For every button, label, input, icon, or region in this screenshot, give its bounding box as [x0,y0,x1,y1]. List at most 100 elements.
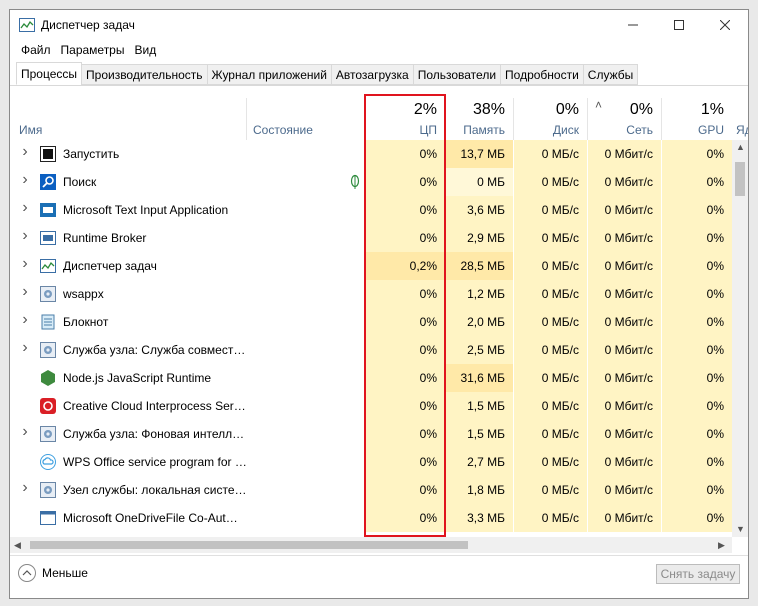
process-row[interactable]: Node.js JavaScript Runtime 0% 31,6 МБ 0 МБ/… [10,364,732,392]
expand-chevron-icon[interactable]: › [20,199,30,217]
disk-cell: 0 МБ/с [514,280,587,308]
close-icon [720,20,730,30]
disk-total: 0% [555,101,579,118]
network-cell: 0 Мбит/с [588,196,661,224]
scroll-down-icon[interactable]: ▼ [736,524,745,534]
memory-cell: 2,7 МБ [446,448,513,476]
fewer-details-button[interactable]: Меньше [18,564,88,582]
gpu-cell-value: 0% [706,371,724,385]
column-gpu-header[interactable]: 1% GPU [662,98,732,140]
memory-total: 38% [472,101,505,118]
process-row[interactable]: › Microsoft Text Input Application 0% 3,6 М… [10,196,732,224]
process-row[interactable]: › Runtime Broker 0% 2,9 МБ 0 МБ/с 0 Мбит/с 0% [10,224,732,252]
scroll-right-icon[interactable]: ▶ [718,540,725,551]
column-network-header[interactable]: 0% Сеть [588,98,661,140]
footer-divider [10,555,748,556]
tab-processes[interactable]: Процессы [16,62,83,85]
expand-chevron-icon[interactable]: › [20,339,30,357]
process-row[interactable]: › Диспетчер задач 0,2% 28,5 МБ 0 МБ/с 0 Мбит/… [10,252,732,280]
process-row[interactable]: WPS Office service program for … 0% 2,7 МБ… [10,448,732,476]
process-row[interactable]: Creative Cloud Interprocess Ser… 0% 1,5 МБ… [10,392,732,420]
tab-bar: Процессы Производительность Журнал прило… [16,62,639,86]
process-row[interactable]: Microsoft OneDriveFile Co-Aut… 0% 3,3 МБ 0 … [10,504,732,532]
process-name: Microsoft OneDriveFile Co-Aut… [63,511,238,525]
gpu-cell-value: 0% [706,427,724,441]
close-button[interactable] [702,10,748,40]
process-row[interactable]: › Поиск 0% 0 МБ 0 МБ/с 0 Мбит/с 0% [10,168,732,196]
column-gpu-engine-header[interactable]: Яд [732,98,748,140]
expand-chevron-icon[interactable]: › [20,283,30,301]
gpu-cell: 0% [662,308,732,336]
title-bar[interactable]: Диспетчер задач [10,10,748,40]
process-row[interactable]: › Служба узла: Служба совмест… 0% 2,5 МБ 0 М… [10,336,732,364]
memory-cell-value: 31,6 МБ [460,371,505,385]
expand-chevron-icon[interactable]: › [20,171,30,189]
column-cpu-header[interactable]: 2% ЦП [364,98,445,140]
expand-chevron-icon[interactable]: › [20,227,30,245]
column-name-header[interactable]: Имя [10,98,246,140]
task-manager-icon [19,18,35,32]
disk-cell-value: 0 МБ/с [541,315,579,329]
network-cell-value: 0 Мбит/с [604,231,653,245]
expand-chevron-icon[interactable]: › [20,311,30,329]
horizontal-scroll-thumb[interactable] [30,541,468,549]
cpu-cell-value: 0,2% [409,259,437,273]
cpu-cell: 0% [364,196,445,224]
tab-users[interactable]: Пользователи [412,64,502,85]
process-name: Runtime Broker [63,231,147,245]
expand-chevron-icon[interactable]: › [20,143,30,161]
disk-label: Диск [552,123,579,137]
menu-file[interactable]: Файл [16,40,56,62]
memory-cell-value: 2,0 МБ [467,315,505,329]
process-row[interactable]: › Запустить 0% 13,7 МБ 0 МБ/с 0 Мбит/с 0% [10,140,732,168]
menu-view[interactable]: Вид [129,40,161,62]
scroll-left-icon[interactable]: ◀ [14,540,21,551]
tab-app-history[interactable]: Журнал приложений [206,64,332,85]
horizontal-scrollbar[interactable]: ◀ ▶ [10,537,732,553]
tab-startup[interactable]: Автозагрузка [330,64,414,85]
gpu-cell: 0% [662,364,732,392]
gpu-cell: 0% [662,392,732,420]
menu-options[interactable]: Параметры [56,40,130,62]
cpu-cell-value: 0% [419,371,437,385]
scroll-up-icon[interactable]: ▲ [736,142,745,152]
vertical-scrollbar[interactable]: ▲ ▼ [732,140,748,537]
expand-chevron-icon[interactable]: › [20,255,30,273]
memory-cell: 3,6 МБ [446,196,513,224]
process-name: Служба узла: Служба совмест… [63,343,246,357]
memory-label: Память [463,123,505,137]
network-cell-value: 0 Мбит/с [604,203,653,217]
runtime-broker-icon [40,231,56,245]
expand-chevron-icon[interactable]: › [20,479,30,497]
minimize-button[interactable] [610,10,656,40]
process-row[interactable]: › Узел службы: локальная систе… 0% 1,8 МБ 0 … [10,476,732,504]
cpu-cell-value: 0% [419,203,437,217]
gpu-cell: 0% [662,196,732,224]
process-name: Блокнот [63,315,109,329]
column-memory-header[interactable]: 38% Память [446,98,513,140]
gear-icon [40,426,56,442]
process-row[interactable]: › Служба узла: Фоновая интелл… 0% 1,5 МБ 0 М… [10,420,732,448]
cpu-cell: 0% [364,168,445,196]
network-cell: 0 Мбит/с [588,420,661,448]
vertical-scroll-thumb[interactable] [735,162,745,196]
disk-cell-value: 0 МБ/с [541,399,579,413]
disk-cell: 0 МБ/с [514,392,587,420]
expand-chevron-icon[interactable]: › [20,423,30,441]
tab-services[interactable]: Службы [582,64,639,85]
search-app-icon [40,174,56,190]
process-row[interactable]: › Блокнот 0% 2,0 МБ 0 МБ/с 0 Мбит/с 0% [10,308,732,336]
disk-cell: 0 МБ/с [514,336,587,364]
end-task-button[interactable]: Снять задачу [656,564,740,584]
menu-bar: Файл Параметры Вид [10,40,161,62]
disk-cell: 0 МБ/с [514,252,587,280]
process-name: Запустить [63,147,120,161]
cpu-label: ЦП [419,123,437,137]
column-disk-header[interactable]: 0% Диск [514,98,587,140]
process-row[interactable]: › wsappx 0% 1,2 МБ 0 МБ/с 0 Мбит/с 0% [10,280,732,308]
column-status-header[interactable]: Состояние [247,98,364,140]
maximize-button[interactable] [656,10,702,40]
tab-performance[interactable]: Производительность [81,64,208,85]
tab-details[interactable]: Подробности [500,64,584,85]
process-name: wsappx [63,287,104,301]
